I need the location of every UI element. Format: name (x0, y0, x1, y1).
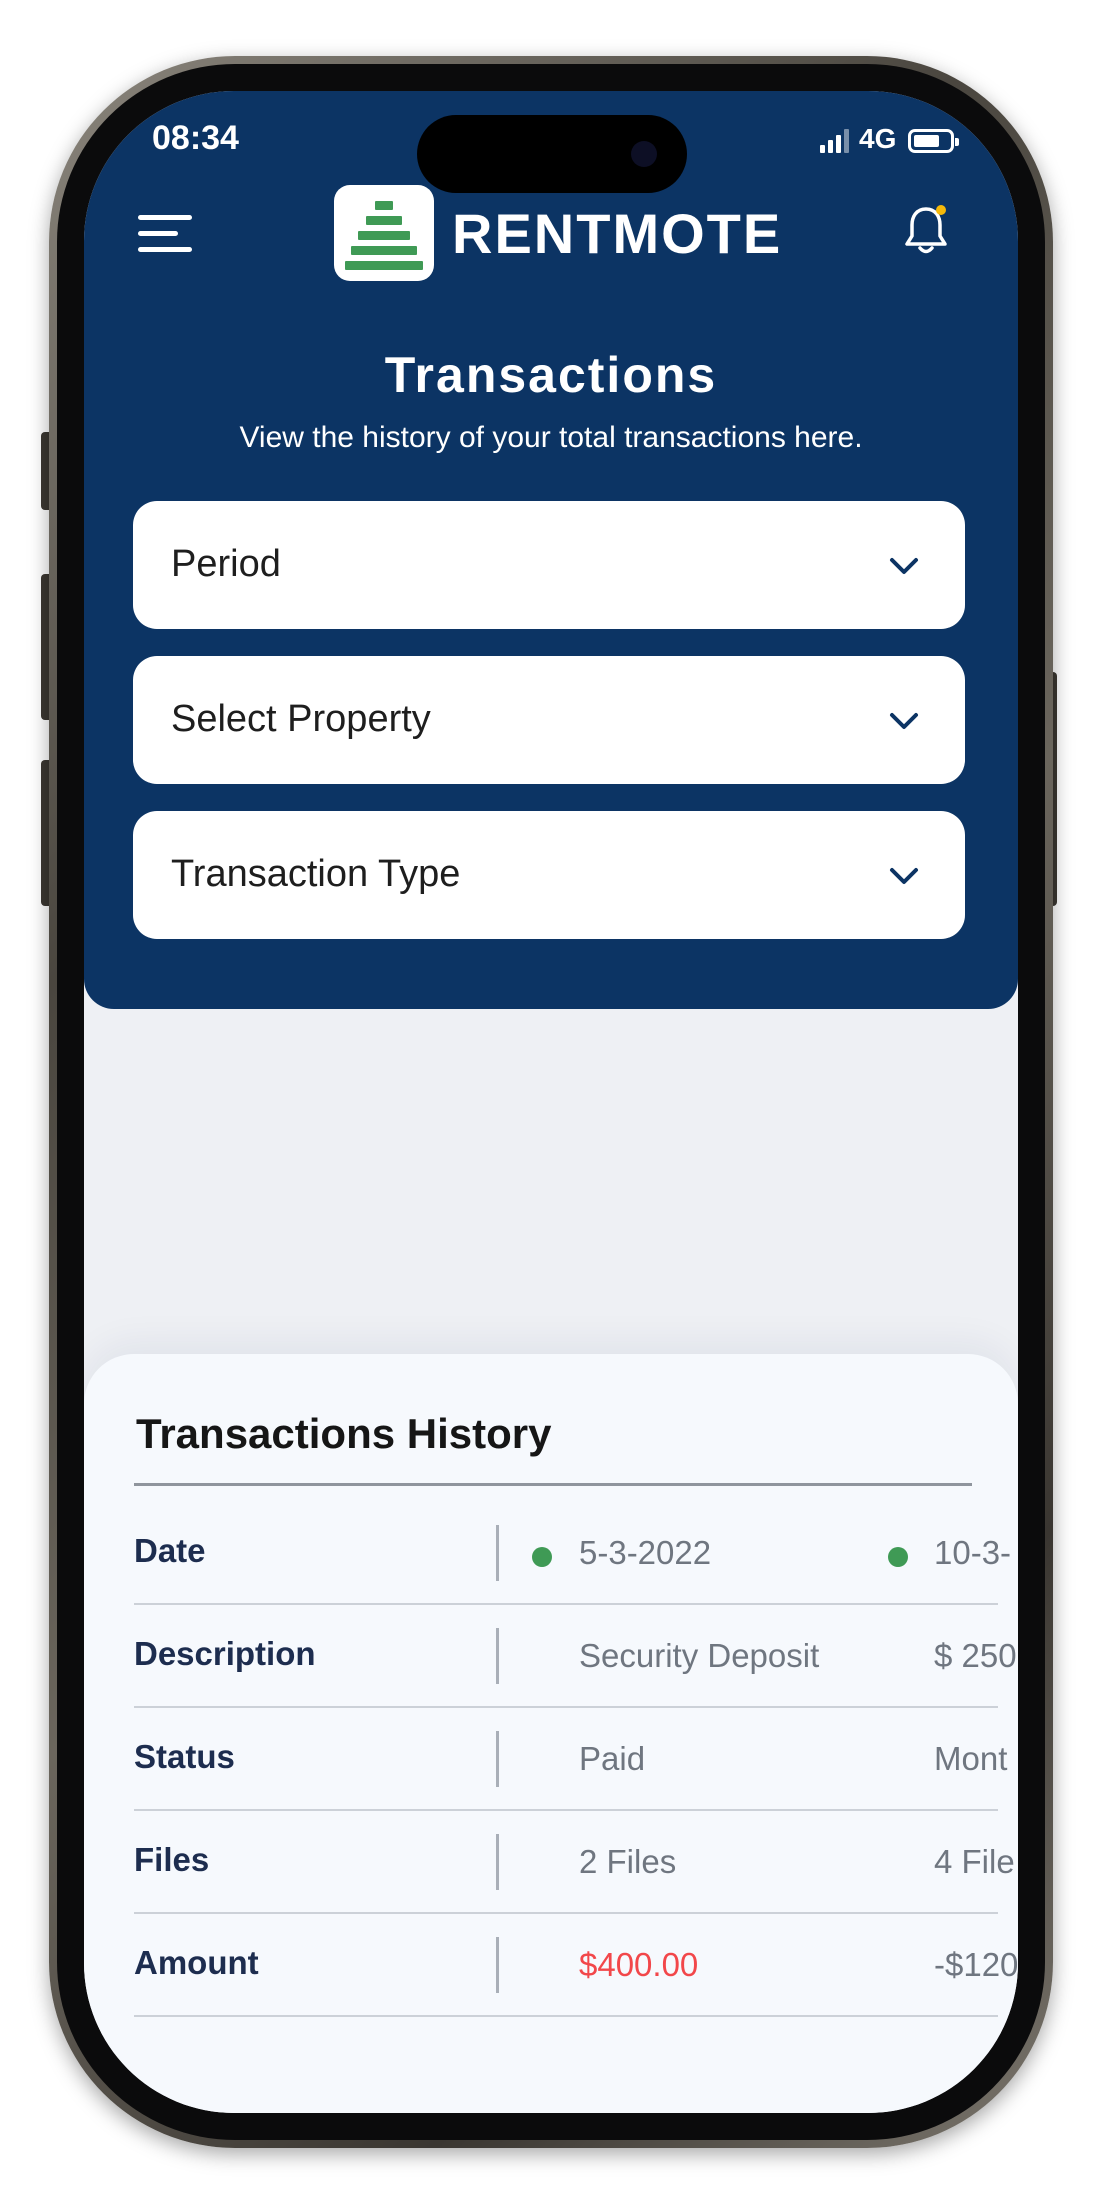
battery-icon (908, 129, 960, 153)
page-title: Transactions (384, 347, 718, 403)
status-dot-icon (888, 1547, 908, 1567)
table-cell: Security Deposit (579, 1637, 820, 1674)
chevron-down-icon (890, 558, 918, 574)
files-link[interactable]: 4 File (934, 1843, 1018, 1881)
notification-dot (936, 205, 946, 215)
table-row-amount: Amount $400.00 -$120 (84, 1914, 1018, 2017)
row-label: Date (134, 1532, 206, 1569)
transaction-type-dropdown[interactable]: Transaction Type (133, 811, 965, 939)
table-cell: Mont (934, 1740, 1008, 1777)
bell-icon[interactable] (904, 203, 948, 257)
column-divider (496, 1834, 499, 1890)
menu-icon[interactable] (138, 209, 192, 257)
status-time: 08:34 (152, 119, 239, 157)
column-divider (496, 1628, 499, 1684)
brand-name: RENTMOTE (452, 202, 783, 265)
table-cell: 10-3- (934, 1534, 1012, 1571)
column-divider (496, 1937, 499, 1993)
row-label: Description (134, 1635, 316, 1672)
signal-icon (820, 129, 849, 153)
page-subtitle: View the history of your total transacti… (239, 421, 863, 454)
dynamic-island (417, 115, 687, 193)
table-cell: -$120 (934, 1946, 1018, 1983)
column-divider (496, 1731, 499, 1787)
table-row-files: Files 2 Files 4 File (84, 1811, 1018, 1914)
chevron-down-icon (890, 713, 918, 729)
table-row-description: Description Security Deposit $ 250 (84, 1605, 1018, 1708)
transactions-history-card: Transactions History Date 5-3-2022 10-3-… (84, 1354, 1018, 2113)
row-label: Status (134, 1738, 235, 1775)
table-cell: Paid (579, 1740, 646, 1777)
phone-screen: 08:34 4G RENTMOTE Transactions View the … (84, 91, 1018, 2113)
table-row-date: Date 5-3-2022 10-3- (84, 1502, 1018, 1605)
table-row-status: Status Paid Mont (84, 1708, 1018, 1811)
files-link[interactable]: 2 Files (579, 1843, 676, 1881)
table-cell: $ 250 (934, 1637, 1017, 1674)
property-dropdown-label: Select Property (171, 698, 431, 740)
property-dropdown[interactable]: Select Property (133, 656, 965, 784)
row-label: Files (134, 1841, 210, 1878)
front-camera (631, 141, 657, 167)
transaction-type-dropdown-label: Transaction Type (171, 853, 461, 895)
status-dot-icon (532, 1547, 552, 1567)
row-divider (134, 2015, 998, 2017)
rentmote-logo-icon (334, 185, 434, 281)
column-divider (496, 1525, 499, 1581)
row-label: Amount (134, 1944, 259, 1981)
period-dropdown[interactable]: Period (133, 501, 965, 629)
status-indicators: 4G (820, 121, 960, 154)
chevron-down-icon (890, 868, 918, 884)
divider (134, 1483, 972, 1486)
app-header: 08:34 4G RENTMOTE Transactions View the … (84, 91, 1018, 1009)
transactions-history-title: Transactions History (136, 1410, 552, 1457)
table-cell: 5-3-2022 (579, 1534, 712, 1571)
period-dropdown-label: Period (171, 543, 281, 585)
network-type: 4G (859, 123, 897, 154)
table-cell: $400.00 (579, 1946, 699, 1983)
